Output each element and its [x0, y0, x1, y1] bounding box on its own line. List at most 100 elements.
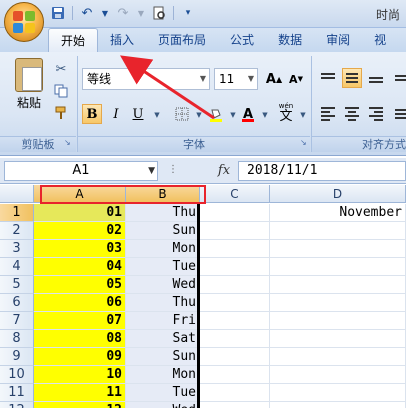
chevron-down-icon[interactable]: ▼ — [148, 106, 166, 124]
align-center-button[interactable] — [342, 104, 362, 124]
cell-c[interactable] — [200, 330, 270, 348]
align-right-button[interactable] — [366, 104, 386, 124]
cell-d[interactable] — [270, 222, 406, 240]
cell-a[interactable]: 05 — [34, 276, 126, 294]
row-header[interactable]: 8 — [0, 330, 34, 348]
cell-b[interactable]: Tue — [126, 258, 200, 276]
align-bottom-button[interactable] — [366, 68, 386, 88]
cell-b[interactable]: Mon — [126, 366, 200, 384]
cell-d[interactable] — [270, 240, 406, 258]
name-box[interactable]: A1 ▼ — [4, 161, 158, 181]
cell-d[interactable] — [270, 330, 406, 348]
dialog-launcher-icon[interactable]: ↘ — [300, 138, 310, 148]
tab-formulas[interactable]: 公式 — [218, 28, 266, 52]
borders-button[interactable] — [172, 104, 192, 124]
grow-font-button[interactable]: A ▲ — [264, 69, 284, 89]
cell-c[interactable] — [200, 402, 270, 408]
insert-function-button[interactable]: fx — [212, 161, 236, 181]
cell-c[interactable] — [200, 276, 270, 294]
chevron-down-icon[interactable]: ▼ — [294, 106, 312, 124]
paste-button[interactable]: 粘贴 — [10, 58, 48, 110]
cell-b[interactable]: Fri — [126, 312, 200, 330]
chevron-down-icon[interactable]: ▼ — [148, 162, 155, 180]
cell-a[interactable]: 12 — [34, 402, 126, 408]
formula-input[interactable]: 2018/11/1 — [238, 161, 406, 181]
cell-c[interactable] — [200, 384, 270, 402]
cell-a[interactable]: 06 — [34, 294, 126, 312]
tab-review[interactable]: 审阅 — [314, 28, 362, 52]
cell-c[interactable] — [200, 204, 270, 222]
cell-c[interactable] — [200, 222, 270, 240]
row-header[interactable]: 2 — [0, 222, 34, 240]
cell-b[interactable]: Tue — [126, 384, 200, 402]
cell-a[interactable]: 08 — [34, 330, 126, 348]
cell-c[interactable] — [200, 366, 270, 384]
cell-a[interactable]: 11 — [34, 384, 126, 402]
cell-b[interactable]: Sat — [126, 330, 200, 348]
row-header[interactable]: 9 — [0, 348, 34, 366]
select-all-corner[interactable] — [0, 185, 34, 203]
bold-button[interactable]: B — [82, 104, 102, 124]
row-header[interactable]: 11 — [0, 384, 34, 402]
print-preview-icon[interactable] — [151, 5, 167, 21]
cell-a[interactable]: 07 — [34, 312, 126, 330]
shrink-font-button[interactable]: A ▼ — [286, 69, 306, 89]
cell-a[interactable]: 01 — [34, 204, 126, 222]
cell-d[interactable] — [270, 258, 406, 276]
cell-a[interactable]: 09 — [34, 348, 126, 366]
cell-d[interactable] — [270, 312, 406, 330]
cell-a[interactable]: 03 — [34, 240, 126, 258]
chevron-down-icon[interactable]: ▼ — [137, 5, 145, 21]
column-header-c[interactable]: C — [200, 185, 270, 203]
row-header[interactable]: 1 — [0, 204, 34, 222]
tab-data[interactable]: 数据 — [266, 28, 314, 52]
align-left-button[interactable] — [318, 104, 338, 124]
cell-d[interactable]: November — [270, 204, 406, 222]
format-painter-icon[interactable] — [52, 104, 70, 122]
row-header[interactable]: 6 — [0, 294, 34, 312]
row-header[interactable]: 4 — [0, 258, 34, 276]
fill-color-button[interactable] — [206, 104, 226, 124]
save-icon[interactable] — [50, 5, 66, 21]
align-middle-button[interactable] — [342, 68, 362, 88]
orientation-button[interactable] — [392, 68, 406, 88]
font-size-combo[interactable]: 11 ▼ — [214, 68, 258, 90]
italic-button[interactable]: I — [106, 104, 126, 124]
row-header[interactable]: 7 — [0, 312, 34, 330]
copy-icon[interactable] — [52, 82, 70, 100]
row-header[interactable]: 3 — [0, 240, 34, 258]
cell-b[interactable]: Sun — [126, 348, 200, 366]
tab-page-layout[interactable]: 页面布局 — [146, 28, 218, 52]
cell-b[interactable]: Wed — [126, 276, 200, 294]
chevron-down-icon[interactable]: ▼ — [101, 5, 109, 21]
chevron-down-icon[interactable]: ▼ — [248, 69, 254, 89]
cell-a[interactable]: 02 — [34, 222, 126, 240]
indent-button[interactable] — [392, 104, 406, 124]
cell-a[interactable]: 10 — [34, 366, 126, 384]
column-header-d[interactable]: D — [270, 185, 406, 203]
cell-c[interactable] — [200, 294, 270, 312]
cell-a[interactable]: 04 — [34, 258, 126, 276]
cell-d[interactable] — [270, 276, 406, 294]
tab-view[interactable]: 视 — [362, 28, 398, 52]
cell-b[interactable]: Thu — [126, 204, 200, 222]
cell-c[interactable] — [200, 240, 270, 258]
row-header[interactable]: 5 — [0, 276, 34, 294]
cell-c[interactable] — [200, 312, 270, 330]
cell-c[interactable] — [200, 258, 270, 276]
font-color-button[interactable]: A — [238, 104, 258, 124]
row-header[interactable]: 10 — [0, 366, 34, 384]
align-top-button[interactable] — [318, 68, 338, 88]
chevron-down-icon[interactable]: ▼ — [256, 106, 274, 124]
tab-home[interactable]: 开始 — [48, 28, 99, 52]
font-name-combo[interactable]: 等线 ▼ — [82, 68, 210, 90]
dialog-launcher-icon[interactable]: ↘ — [64, 138, 74, 148]
customize-toolbar-icon[interactable]: ▾ — [180, 5, 196, 21]
cell-d[interactable] — [270, 294, 406, 312]
cell-d[interactable] — [270, 348, 406, 366]
cell-b[interactable]: Wed — [126, 402, 200, 408]
redo-icon[interactable]: ↷ — [115, 5, 131, 21]
row-header[interactable]: 12 — [0, 402, 34, 408]
underline-button[interactable]: U — [128, 104, 148, 124]
tab-insert[interactable]: 插入 — [98, 28, 146, 52]
